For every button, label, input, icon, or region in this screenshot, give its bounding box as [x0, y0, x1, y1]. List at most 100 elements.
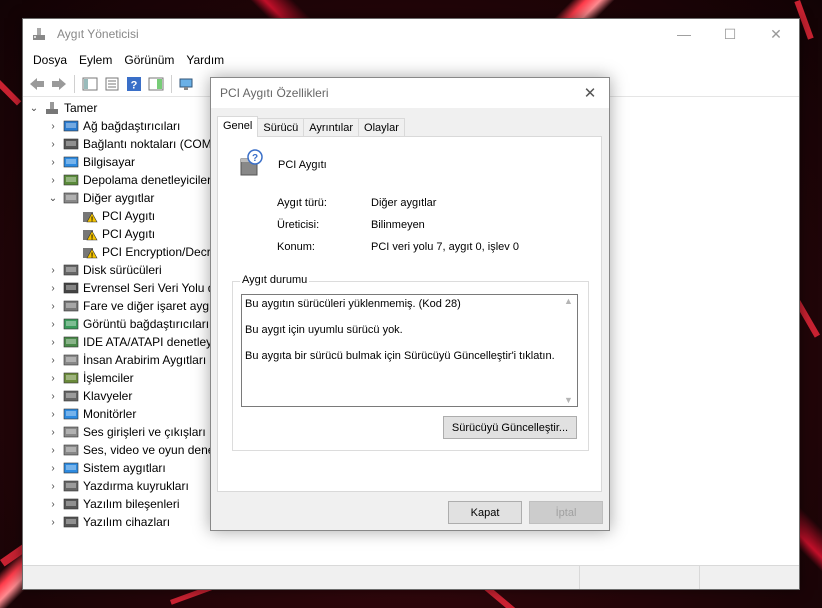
ide-controller-icon: [63, 334, 79, 350]
tree-category[interactable]: › Yazılım cihazları: [23, 513, 223, 531]
expand-arrow-icon[interactable]: ›: [47, 391, 59, 402]
tree-category[interactable]: › IDE ATA/ATAPI denetleyi: [23, 333, 223, 351]
tree-category[interactable]: › İşlemciler: [23, 369, 223, 387]
device-status-textbox[interactable]: Bu aygıtın sürücüleri yüklenmemiş. (Kod …: [241, 294, 578, 407]
tree-root[interactable]: ⌄ Tamer: [23, 99, 223, 117]
dialog-close-button[interactable]: ✕: [579, 83, 601, 103]
tree-device[interactable]: ! PCI Aygıtı: [23, 207, 223, 225]
expand-arrow-icon[interactable]: ›: [47, 121, 59, 132]
sound-icon: [63, 442, 79, 458]
properties-icon[interactable]: [102, 74, 122, 94]
forward-arrow-icon[interactable]: [49, 74, 69, 94]
expand-arrow-icon[interactable]: ›: [47, 175, 59, 186]
tree-category[interactable]: › İnsan Arabirim Aygıtları: [23, 351, 223, 369]
update-driver-button[interactable]: Sürücüyü Güncelleştir...: [443, 416, 577, 439]
monitor-icon: [63, 406, 79, 422]
tree-category-label: Depolama denetleyiciler: [83, 173, 212, 187]
tab-events[interactable]: Olaylar: [358, 118, 405, 137]
expand-arrow-icon[interactable]: ›: [47, 463, 59, 474]
close-button[interactable]: ✕: [753, 19, 799, 49]
hid-icon: [63, 352, 79, 368]
show-hide-tree-icon[interactable]: [80, 74, 100, 94]
expand-arrow-icon[interactable]: ›: [47, 427, 59, 438]
printer-icon: [63, 478, 79, 494]
tree-category[interactable]: › Evrensel Seri Veri Yolu de: [23, 279, 223, 297]
tree-category[interactable]: › Klavyeler: [23, 387, 223, 405]
menu-view[interactable]: Görünüm: [118, 51, 180, 69]
tab-driver[interactable]: Sürücü: [257, 118, 305, 137]
menu-file[interactable]: Dosya: [27, 51, 73, 69]
back-arrow-icon[interactable]: [27, 74, 47, 94]
tree-category[interactable]: › Bağlantı noktaları (COM: [23, 135, 223, 153]
tree-category[interactable]: ⌄ Diğer aygıtlar: [23, 189, 223, 207]
scan-hardware-icon[interactable]: [177, 74, 197, 94]
expand-arrow-icon[interactable]: ›: [47, 157, 59, 168]
tree-device[interactable]: ! PCI Aygıtı: [23, 225, 223, 243]
expand-arrow-icon[interactable]: ›: [47, 283, 59, 294]
status-scrollbar[interactable]: ▲ ▼: [561, 296, 576, 405]
menu-action[interactable]: Eylem: [73, 51, 118, 69]
tree-category-label: Yazılım cihazları: [83, 515, 171, 529]
expand-arrow-icon[interactable]: ›: [47, 139, 59, 150]
tree-category-label: Fare ve diğer işaret aygıt: [83, 299, 216, 313]
tab-general[interactable]: Genel: [217, 116, 259, 137]
collapse-arrow-icon[interactable]: ⌄: [28, 103, 40, 114]
collapse-arrow-icon[interactable]: ⌄: [47, 193, 59, 204]
dialog-title-bar[interactable]: PCI Aygıtı Özellikleri ✕: [211, 78, 609, 108]
maximize-button[interactable]: ☐: [707, 19, 753, 49]
expand-arrow-icon[interactable]: ›: [47, 373, 59, 384]
tree-category[interactable]: › Monitörler: [23, 405, 223, 423]
tree-category[interactable]: › Ağ bağdaştırıcıları: [23, 117, 223, 135]
close-dialog-button[interactable]: Kapat: [448, 501, 522, 524]
tree-category[interactable]: › Yazılım bileşenleri: [23, 495, 223, 513]
menu-help[interactable]: Yardım: [180, 51, 230, 69]
properties-dialog: PCI Aygıtı Özellikleri ✕ Genel Sürücü Ay…: [210, 77, 610, 531]
title-bar[interactable]: Aygıt Yöneticisi — ☐ ✕: [23, 19, 799, 49]
warning-device-icon: !: [82, 244, 98, 260]
expand-arrow-icon[interactable]: ›: [47, 409, 59, 420]
general-tab-panel: ? PCI Aygıtı Aygıt türü: Diğer aygıtlar …: [217, 136, 602, 492]
tab-details[interactable]: Ayrıntılar: [303, 118, 360, 137]
expand-arrow-icon[interactable]: ›: [47, 265, 59, 276]
tree-root-label: Tamer: [64, 101, 98, 115]
tree-category[interactable]: › Ses, video ve oyun dene: [23, 441, 223, 459]
tree-category[interactable]: › Disk sürücüleri: [23, 261, 223, 279]
tree-category-label: Yazılım bileşenleri: [83, 497, 180, 511]
tree-category-label: Ses girişleri ve çıkışları: [83, 425, 206, 439]
help-icon[interactable]: ?: [124, 74, 144, 94]
computer-icon: [63, 154, 79, 170]
scroll-down-icon[interactable]: ▼: [564, 395, 573, 405]
tree-category[interactable]: › Sistem aygıtları: [23, 459, 223, 477]
tree-category-label: Yazdırma kuyrukları: [83, 479, 189, 493]
tree-category[interactable]: › Yazdırma kuyrukları: [23, 477, 223, 495]
expand-arrow-icon[interactable]: ›: [47, 301, 59, 312]
scroll-up-icon[interactable]: ▲: [564, 296, 573, 306]
tree-category-label: Monitörler: [83, 407, 137, 421]
svg-text:!: !: [91, 216, 93, 223]
action-pane-icon[interactable]: [146, 74, 166, 94]
network-adapter-icon: [63, 118, 79, 134]
tree-category[interactable]: › Görüntü bağdaştırıcıları: [23, 315, 223, 333]
tree-category[interactable]: › Ses girişleri ve çıkışları: [23, 423, 223, 441]
port-icon: [63, 136, 79, 152]
expand-arrow-icon[interactable]: ›: [47, 481, 59, 492]
tree-category-label: Bağlantı noktaları (COM: [83, 137, 212, 151]
expand-arrow-icon[interactable]: ›: [47, 337, 59, 348]
cancel-button[interactable]: İptal: [529, 501, 603, 524]
tab-strip: Genel Sürücü Ayrıntılar Olaylar: [217, 116, 405, 137]
software-device-icon: [63, 514, 79, 530]
svg-text:?: ?: [252, 153, 258, 164]
tree-category-label: Görüntü bağdaştırıcıları: [83, 317, 210, 331]
tree-device[interactable]: ! PCI Encryption/Decr: [23, 243, 223, 261]
expand-arrow-icon[interactable]: ›: [47, 445, 59, 456]
minimize-button[interactable]: —: [661, 19, 707, 49]
tree-category[interactable]: › Fare ve diğer işaret aygıt: [23, 297, 223, 315]
expand-arrow-icon[interactable]: ›: [47, 499, 59, 510]
tree-category[interactable]: › Depolama denetleyiciler: [23, 171, 223, 189]
expand-arrow-icon[interactable]: ›: [47, 319, 59, 330]
expand-arrow-icon[interactable]: ›: [47, 355, 59, 366]
tree-category-label: Sistem aygıtları: [83, 461, 166, 475]
tree-category[interactable]: › Bilgisayar: [23, 153, 223, 171]
tree-device-label: PCI Aygıtı: [102, 209, 156, 223]
expand-arrow-icon[interactable]: ›: [47, 517, 59, 528]
